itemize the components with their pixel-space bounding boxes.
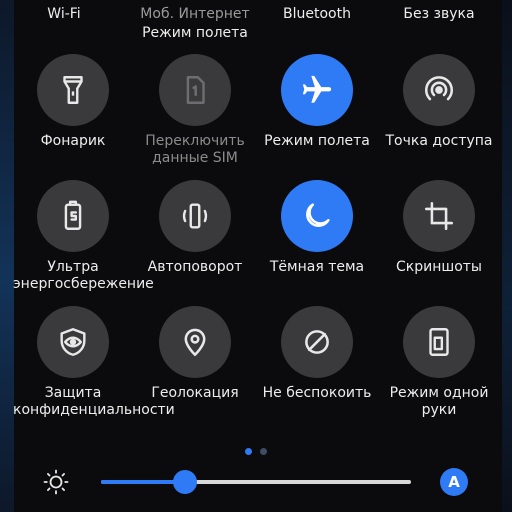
tile-label: Не беспокоить	[262, 385, 372, 401]
tile-dark-theme[interactable]: Тёмная тема	[253, 180, 381, 276]
battery-saver-icon	[64, 200, 82, 230]
sim-card-icon	[186, 76, 205, 104]
tile-one-hand-mode[interactable]: Режим одной руки	[375, 306, 503, 419]
tile-label: Защита конфиденциальности	[13, 385, 175, 418]
top-item-wifi[interactable]: Wi-Fi	[0, 6, 128, 22]
tile-label: Ультра энергосбережение	[13, 259, 154, 292]
auto-brightness-label: A	[448, 473, 460, 491]
tile-geolocation[interactable]: Геолокация	[131, 306, 259, 402]
tile-circle[interactable]	[281, 54, 353, 126]
auto-brightness-button[interactable]: A	[440, 468, 468, 496]
hotspot-icon	[425, 76, 453, 101]
tile-label: Фонарик	[40, 133, 106, 149]
page-indicator	[0, 448, 512, 458]
one-hand-mode-icon	[429, 328, 449, 356]
brightness-bar: A	[0, 464, 512, 500]
tile-circle[interactable]	[37, 306, 109, 378]
tile-flashlight[interactable]: Фонарик	[9, 54, 137, 150]
do-not-disturb-icon	[305, 330, 329, 354]
tile-airplane-mode[interactable]: Режим полета	[253, 54, 381, 150]
brightness-slider[interactable]	[101, 470, 411, 494]
tile-label: Тёмная тема	[269, 259, 365, 275]
top-item-mobile-data[interactable]: Моб. Интернет Режим полета	[131, 6, 259, 41]
tile-screenshots[interactable]: Скриншоты	[375, 180, 503, 276]
tile-privacy-protection[interactable]: Защита конфиденциальности	[9, 306, 175, 419]
tile-circle[interactable]	[159, 306, 231, 378]
location-pin-icon	[184, 328, 206, 357]
auto-rotate-icon	[182, 203, 208, 229]
tile-circle[interactable]	[403, 180, 475, 252]
tile-do-not-disturb[interactable]: Не беспокоить	[253, 306, 381, 402]
quick-settings-panel: Wi-Fi Моб. Интернет Режим полета Bluetoo…	[0, 0, 512, 512]
page-dot-active[interactable]	[245, 448, 252, 455]
tile-ultra-power-saving[interactable]: Ультра энергосбережение	[9, 180, 154, 293]
tile-hotspot[interactable]: Точка доступа	[375, 54, 503, 150]
tile-label: Режим одной руки	[389, 385, 489, 418]
tile-label: Переключить данные SIM	[145, 133, 245, 166]
crop-icon	[424, 201, 454, 231]
tile-circle[interactable]	[403, 54, 475, 126]
tile-circle[interactable]	[37, 54, 109, 126]
moon-icon	[306, 203, 330, 227]
tile-label: Геолокация	[151, 385, 239, 401]
tile-auto-rotate[interactable]: Автоповорот	[131, 180, 259, 276]
tile-circle[interactable]	[281, 306, 353, 378]
top-item-silent[interactable]: Без звука	[375, 6, 503, 22]
tile-label: Точка доступа	[385, 133, 493, 149]
top-item-label: Моб. Интернет	[140, 6, 250, 22]
top-item-label: Wi-Fi	[47, 6, 81, 22]
tile-circle[interactable]	[403, 306, 475, 378]
tile-circle[interactable]	[37, 180, 109, 252]
tile-label: Режим полета	[264, 133, 370, 149]
page-dot[interactable]	[260, 448, 267, 455]
top-item-label: Bluetooth	[283, 6, 351, 22]
tile-label: Автоповорот	[147, 259, 243, 275]
tile-circle[interactable]	[159, 180, 231, 252]
top-item-label: Без звука	[403, 6, 475, 22]
top-item-sublabel: Режим полета	[142, 25, 248, 41]
privacy-shield-icon	[60, 328, 86, 356]
tile-circle[interactable]	[159, 54, 231, 126]
tile-switch-sim-data[interactable]: Переключить данные SIM	[131, 54, 259, 167]
brightness-slider-thumb[interactable]	[172, 470, 197, 494]
brightness-sun-icon	[43, 469, 69, 495]
airplane-icon	[302, 75, 332, 103]
tile-circle[interactable]	[281, 180, 353, 252]
flashlight-icon	[63, 76, 83, 104]
top-item-bluetooth[interactable]: Bluetooth	[253, 6, 381, 22]
tile-label: Скриншоты	[396, 259, 482, 275]
top-status-row: Wi-Fi Моб. Интернет Режим полета Bluetoo…	[0, 6, 512, 46]
